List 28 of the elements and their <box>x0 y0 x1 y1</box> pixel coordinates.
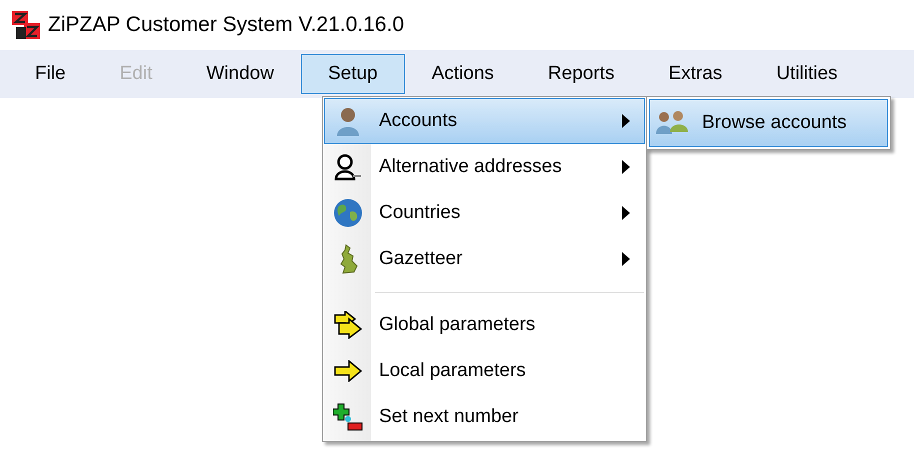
arrow-icon <box>333 360 363 382</box>
people-icon <box>654 110 690 136</box>
menu-entry[interactable]: Alternative addresses <box>324 144 645 190</box>
plus-minus-icon <box>333 403 363 431</box>
menu-item[interactable]: Extras <box>641 54 750 94</box>
menu-item[interactable]: Window <box>179 54 301 94</box>
menu-item[interactable]: Reports <box>520 54 642 94</box>
menu-entry[interactable]: Gazetteer <box>324 236 645 282</box>
submenu-arrow-icon <box>622 114 630 128</box>
submenu-arrow-icon <box>622 252 630 266</box>
submenu-arrow-icon <box>622 206 630 220</box>
menu-entry[interactable]: Accounts <box>324 98 645 144</box>
person-icon <box>335 106 361 136</box>
menu-entry[interactable]: Global parameters <box>324 302 645 348</box>
menu-entry[interactable]: Local parameters <box>324 348 645 394</box>
menu-entry[interactable]: Browse accounts <box>649 99 888 147</box>
app-logo-icon <box>10 9 42 41</box>
person-outline-icon <box>334 153 362 181</box>
menu-item[interactable]: Actions <box>404 54 521 94</box>
menu-item[interactable]: Setup <box>300 54 405 94</box>
menu-item[interactable]: File <box>8 54 93 94</box>
menu-item[interactable]: Utilities <box>749 54 865 94</box>
double-arrow-icon <box>333 311 363 339</box>
submenu-arrow-icon <box>622 160 630 174</box>
globe-icon <box>333 198 363 228</box>
menu-entry[interactable]: Set next number <box>324 394 645 440</box>
window-title: ZiPZAP Customer System V.21.0.16.0 <box>48 12 404 38</box>
menu-entry[interactable]: Countries <box>324 190 645 236</box>
